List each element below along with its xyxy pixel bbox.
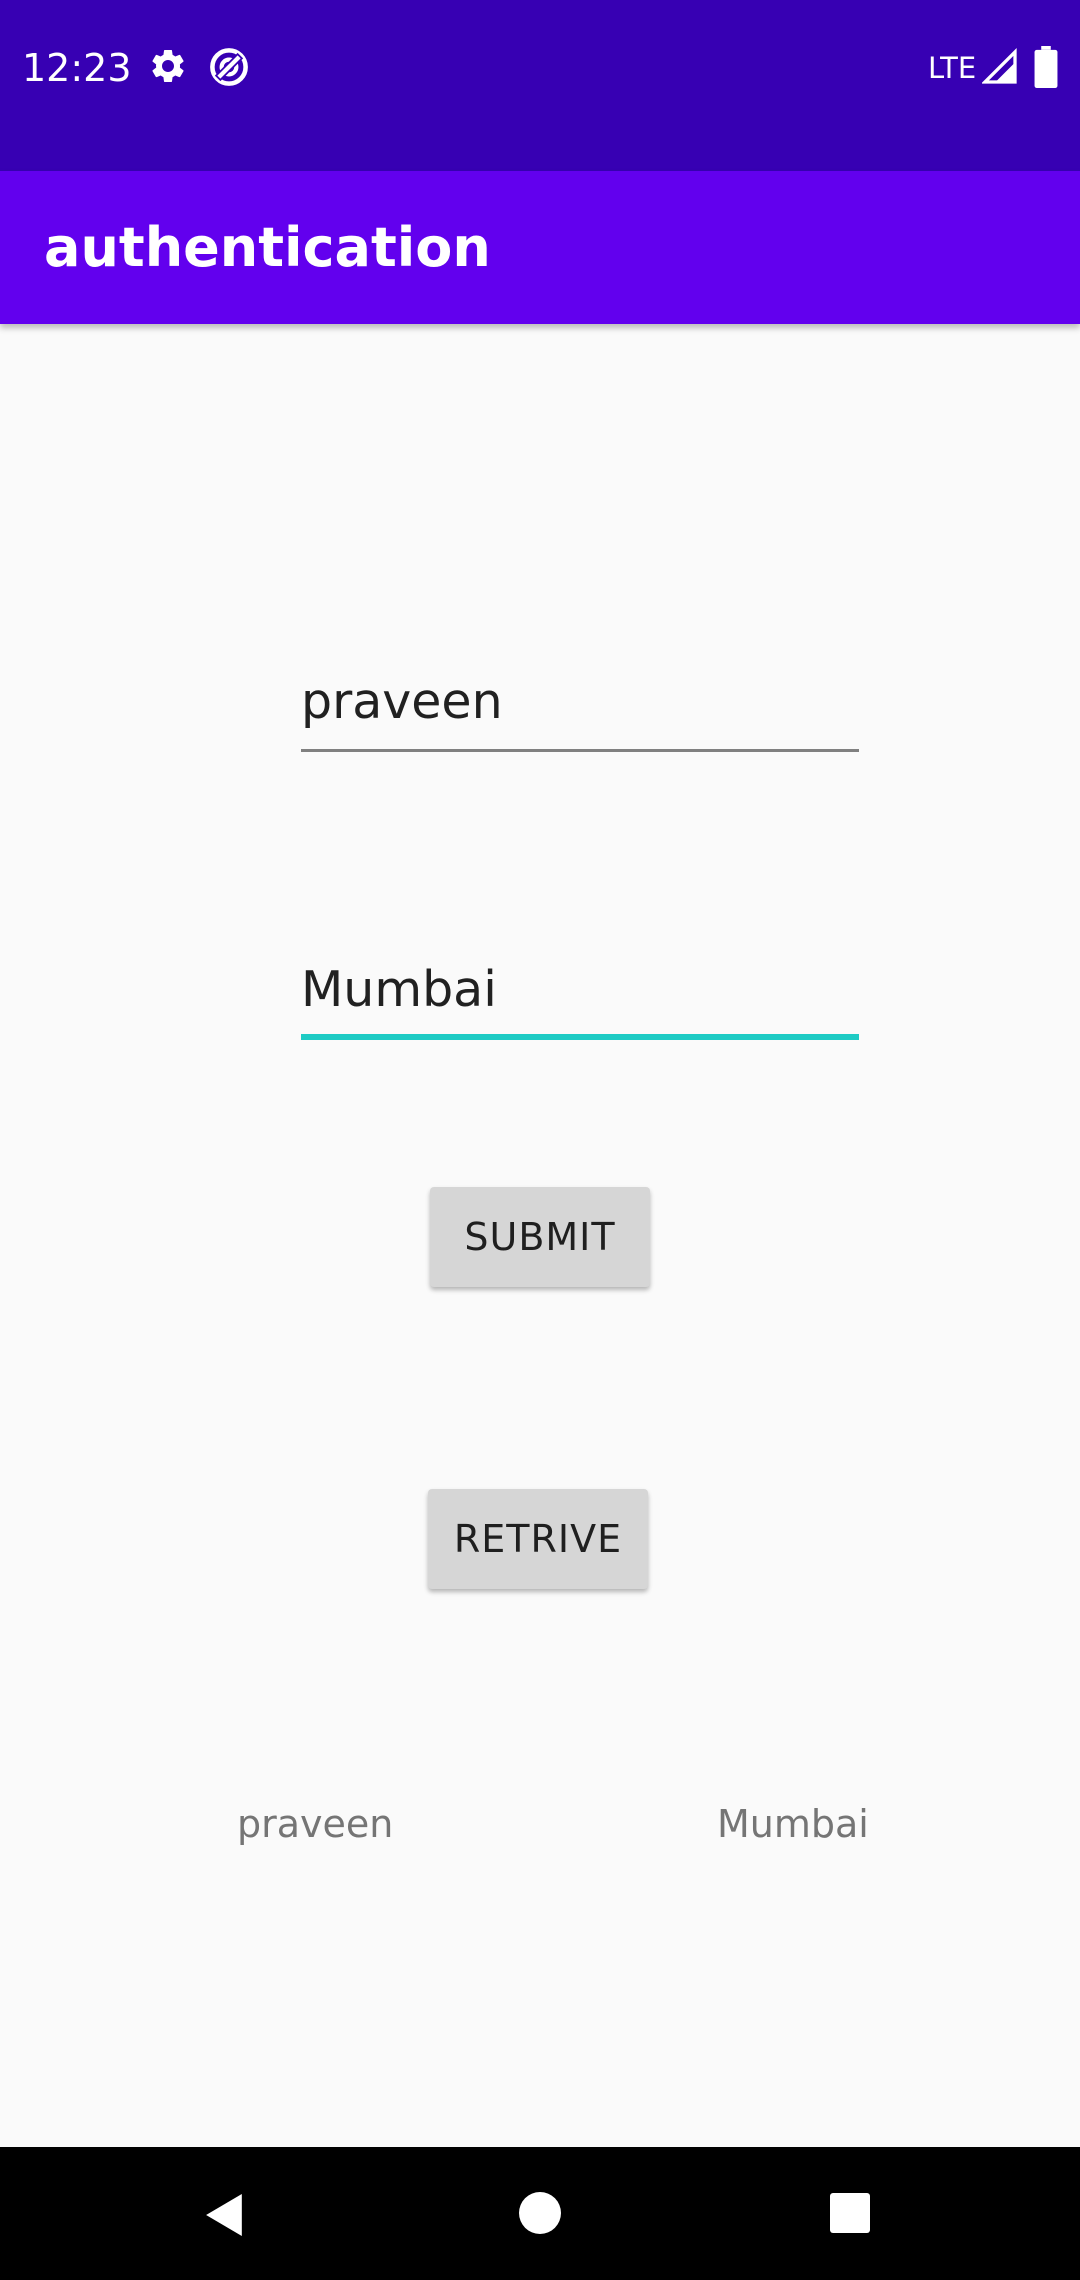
city-input-underline <box>301 1034 859 1040</box>
no-disturb-icon <box>210 48 248 86</box>
navigation-bar <box>0 2147 1080 2280</box>
status-time: 12:23 <box>22 46 132 90</box>
name-input[interactable]: praveen <box>301 662 859 752</box>
retrive-button[interactable]: RETRIVE <box>428 1489 648 1589</box>
status-bar: 12:23 LTE <box>0 0 1080 171</box>
city-input[interactable]: Mumbai <box>301 950 859 1040</box>
app-bar: authentication <box>0 171 1080 324</box>
signal-icon <box>982 48 1017 84</box>
back-icon[interactable] <box>204 2191 246 2239</box>
submit-button[interactable]: SUBMIT <box>430 1187 650 1287</box>
battery-icon <box>1034 46 1058 88</box>
home-icon[interactable] <box>518 2191 562 2235</box>
recents-icon[interactable] <box>829 2192 871 2234</box>
city-input-value: Mumbai <box>301 961 497 1018</box>
network-type-label: LTE <box>928 51 977 85</box>
name-input-value: praveen <box>301 673 503 730</box>
page-title: authentication <box>44 216 491 279</box>
retrieved-name-text: praveen <box>237 1802 394 1846</box>
retrieved-city-text: Mumbai <box>717 1802 869 1846</box>
name-input-underline <box>301 749 859 752</box>
gear-icon <box>152 49 184 82</box>
